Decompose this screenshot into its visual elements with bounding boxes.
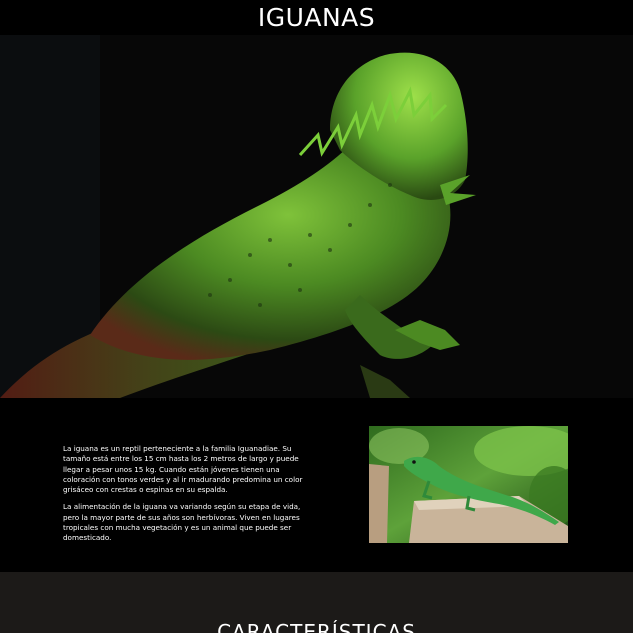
iguana-on-stump-illustration [369, 426, 568, 543]
iguana-hero-illustration [0, 35, 633, 398]
iguana-photo [369, 426, 568, 543]
intro-text: La iguana es un reptil perteneciente a l… [63, 444, 303, 551]
intro-paragraph-2: La alimentación de la iguana va variando… [63, 502, 301, 543]
page-title: IGUANAS [257, 3, 376, 32]
intro-section: La iguana es un reptil perteneciente a l… [0, 398, 633, 572]
section-title: CARACTERÍSTICAS [217, 620, 416, 633]
intro-paragraph-1: La iguana es un reptil perteneciente a l… [63, 444, 303, 495]
hero-image [0, 35, 633, 398]
page-header: IGUANAS [0, 0, 633, 35]
features-section: CARACTERÍSTICAS [0, 572, 633, 633]
